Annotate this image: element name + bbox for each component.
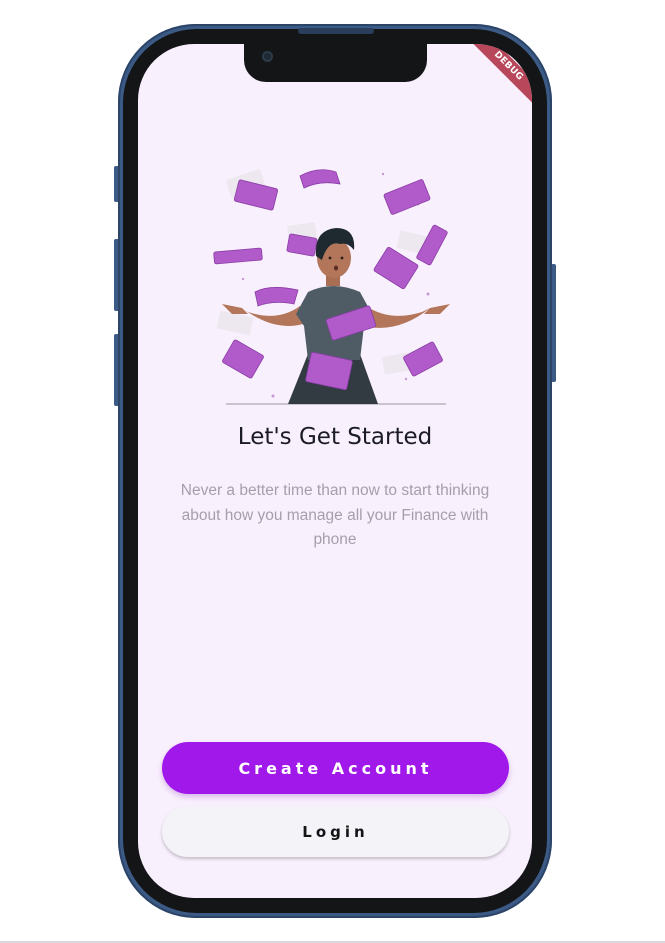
device-mockup: DEBUG Let's Get Started Never a better t…: [0, 0, 665, 943]
page-title: Let's Get Started: [237, 424, 433, 450]
front-camera: [262, 51, 273, 62]
login-button[interactable]: Login: [162, 806, 509, 857]
app-screen: DEBUG Let's Get Started Never a better t…: [138, 44, 532, 898]
notch: [244, 44, 427, 82]
speaker-slot: [298, 28, 374, 34]
person-with-flying-money-illustration: [213, 169, 450, 405]
create-account-button[interactable]: Create Account: [162, 742, 509, 794]
page-subtitle: Never a better time than now to start th…: [180, 482, 490, 548]
